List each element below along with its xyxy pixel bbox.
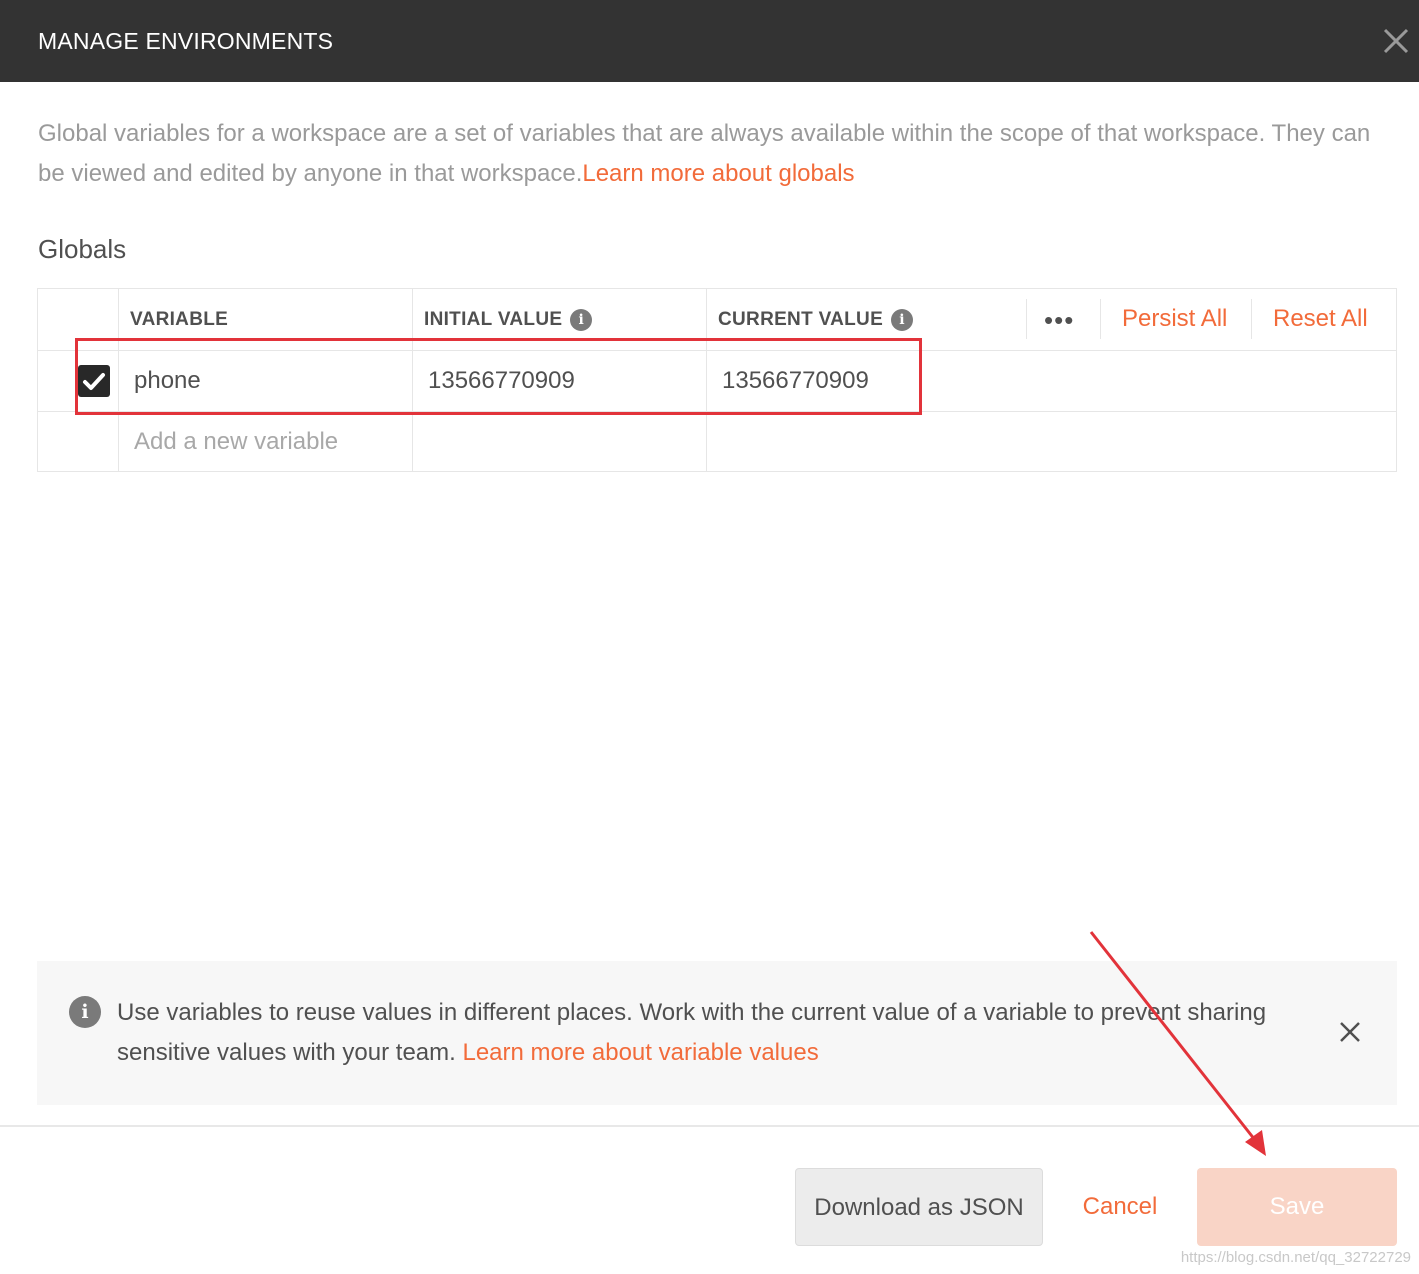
variables-table: VARIABLE INITIAL VALUE i CURRENT VALUE i •… (37, 288, 1397, 472)
footer-divider (0, 1125, 1419, 1127)
column-header-initial-value-label: INITIAL VALUE (424, 309, 563, 331)
more-options-icon[interactable]: ••• (1044, 305, 1074, 336)
learn-more-variable-values-link[interactable]: Learn more about variable values (462, 1039, 818, 1066)
info-icon[interactable]: i (570, 309, 593, 331)
checkmark-icon (83, 373, 105, 390)
cancel-button[interactable]: Cancel (1072, 1168, 1168, 1246)
initial-value-cell[interactable]: 13566770909 (428, 367, 575, 395)
current-value-cell[interactable]: 13566770909 (722, 367, 869, 395)
info-banner-message: Use variables to reuse values in differe… (117, 993, 1267, 1073)
column-header-variable: VARIABLE (130, 309, 229, 330)
globals-description: Global variables for a workspace are a s… (38, 114, 1398, 194)
info-icon[interactable]: i (891, 309, 914, 331)
new-current-value-input[interactable] (722, 428, 992, 458)
action-divider (1026, 299, 1027, 339)
info-icon: i (69, 996, 101, 1028)
learn-more-globals-link[interactable]: Learn more about globals (582, 160, 854, 187)
action-divider (1251, 299, 1252, 339)
dialog-title: MANAGE ENVIRONMENTS (38, 28, 334, 54)
info-banner: i Use variables to reuse values in diffe… (37, 961, 1397, 1105)
column-header-current-value-label: CURRENT VALUE (718, 309, 884, 331)
table-header-row: VARIABLE INITIAL VALUE i CURRENT VALUE i •… (38, 289, 1396, 350)
save-button[interactable]: Save (1197, 1168, 1397, 1246)
column-header-initial-value: INITIAL VALUE i (424, 309, 593, 331)
watermark: https://blog.csdn.net/qq_32722729 (1180, 1249, 1411, 1266)
persist-all-button[interactable]: Persist All (1122, 305, 1227, 333)
new-variable-input[interactable]: Add a new variable (134, 428, 338, 456)
variable-enabled-checkbox[interactable] (78, 365, 110, 397)
section-title: Globals (38, 234, 127, 264)
table-row: phone 13566770909 13566770909 (38, 350, 1396, 411)
reset-all-button[interactable]: Reset All (1273, 305, 1368, 333)
action-divider (1100, 299, 1101, 339)
dialog-titlebar: MANAGE ENVIRONMENTS (0, 0, 1419, 82)
new-initial-value-input[interactable] (428, 428, 698, 458)
new-variable-row: Add a new variable (38, 411, 1396, 472)
close-icon[interactable] (1381, 26, 1411, 56)
dismiss-icon[interactable] (1339, 1021, 1361, 1043)
column-header-current-value: CURRENT VALUE i (718, 309, 914, 331)
download-json-button[interactable]: Download as JSON (795, 1168, 1043, 1246)
variable-name-cell[interactable]: phone (134, 367, 201, 395)
